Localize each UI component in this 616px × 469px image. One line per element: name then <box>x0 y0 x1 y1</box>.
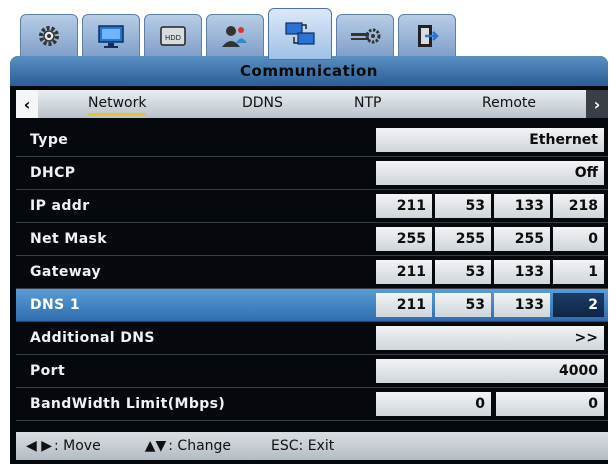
subtab-ddns[interactable]: DDNS <box>242 95 283 111</box>
hdd-icon: HDD <box>160 26 186 46</box>
chevron-left-icon: ‹ <box>23 94 31 114</box>
netmask-octet-1[interactable]: 255 <box>376 227 432 251</box>
netmask-octet-3[interactable]: 255 <box>494 227 550 251</box>
row-dns1[interactable]: DNS 1 211 53 133 2 <box>16 289 608 322</box>
netmask-octet-4[interactable]: 0 <box>553 227 604 251</box>
tab-exit[interactable] <box>398 14 456 58</box>
row-type: Type Ethernet <box>16 124 608 157</box>
port-input[interactable]: 4000 <box>376 359 604 383</box>
dhcp-label: DHCP <box>30 165 76 181</box>
panel-title: Communication <box>10 56 608 86</box>
monitor-icon <box>98 25 124 48</box>
dns1-label: DNS 1 <box>30 297 81 313</box>
dhcp-select[interactable]: Off <box>376 161 604 185</box>
tab-communication[interactable] <box>268 8 332 60</box>
ip-label: IP addr <box>30 198 90 214</box>
ip-octet-3[interactable]: 133 <box>494 194 550 218</box>
subtab-prev-button[interactable]: ‹ <box>16 90 38 118</box>
gear-icon <box>39 26 59 46</box>
additional-dns-label: Additional DNS <box>30 330 155 346</box>
tab-display[interactable] <box>82 14 140 58</box>
dns1-octet-4[interactable]: 2 <box>553 293 604 317</box>
dns1-octet-1[interactable]: 211 <box>376 293 432 317</box>
gateway-octet-3[interactable]: 133 <box>494 260 550 284</box>
ip-octet-4[interactable]: 218 <box>553 194 604 218</box>
netmask-label: Net Mask <box>30 231 108 247</box>
gateway-octet-1[interactable]: 211 <box>376 260 432 284</box>
row-ip: IP addr 211 53 133 218 <box>16 190 608 223</box>
gateway-label: Gateway <box>30 264 102 280</box>
subtab-next-button[interactable]: › <box>586 90 608 118</box>
row-dhcp: DHCP Off <box>16 157 608 190</box>
row-additional-dns: Additional DNS >> <box>16 322 608 355</box>
user-icon <box>222 26 247 47</box>
gateway-octet-4[interactable]: 1 <box>553 260 604 284</box>
chevron-right-icon: › <box>593 94 601 114</box>
subtab-bar: ‹ Network DDNS NTP Remote › <box>16 90 608 118</box>
type-select[interactable]: Ethernet <box>376 128 604 152</box>
ip-octet-2[interactable]: 53 <box>435 194 491 218</box>
settings-slider-icon <box>351 28 381 44</box>
exit-icon <box>418 25 439 47</box>
gateway-octet-2[interactable]: 53 <box>435 260 491 284</box>
bandwidth-input-1[interactable]: 0 <box>376 392 491 416</box>
row-gateway: Gateway 211 53 133 1 <box>16 256 608 289</box>
additional-dns-button[interactable]: >> <box>376 326 604 350</box>
row-bandwidth: BandWidth Limit(Mbps) 0 0 <box>16 388 608 421</box>
dns1-octet-2[interactable]: 53 <box>435 293 491 317</box>
ip-octet-1[interactable]: 211 <box>376 194 432 218</box>
tab-settings[interactable] <box>336 14 394 58</box>
change-hint: : Change <box>168 438 232 454</box>
subtab-remote[interactable]: Remote <box>482 95 536 111</box>
row-port: Port 4000 <box>16 355 608 388</box>
move-hint: : Move <box>53 438 101 454</box>
bandwidth-input-2[interactable]: 0 <box>496 392 604 416</box>
subtab-network[interactable]: Network <box>88 95 147 116</box>
subtab-ntp[interactable]: NTP <box>354 95 381 111</box>
tab-storage[interactable]: HDD <box>144 14 202 58</box>
up-down-arrow-icon: ▲▼ <box>144 438 167 454</box>
communication-panel: Communication ‹ Network DDNS NTP Remote … <box>10 56 608 464</box>
help-bar: ◀ ▶ : Move ▲▼ : Change ESC: Exit <box>16 432 608 460</box>
menu-tab-strip: HDD <box>20 8 480 60</box>
dns1-octet-3[interactable]: 133 <box>494 293 550 317</box>
netmask-octet-2[interactable]: 255 <box>435 227 491 251</box>
hdd-icon-label: HDD <box>165 34 181 42</box>
tab-system[interactable] <box>20 14 78 58</box>
row-netmask: Net Mask 255 255 255 0 <box>16 223 608 256</box>
bandwidth-label: BandWidth Limit(Mbps) <box>30 396 226 412</box>
settings-list: Type Ethernet DHCP Off IP addr 211 53 13… <box>16 124 608 421</box>
left-right-arrow-icon: ◀ ▶ <box>26 438 52 454</box>
tab-user[interactable] <box>206 14 264 58</box>
network-icon <box>285 22 315 45</box>
port-label: Port <box>30 363 66 379</box>
exit-hint: ESC: Exit <box>271 438 335 454</box>
type-label: Type <box>30 132 69 148</box>
